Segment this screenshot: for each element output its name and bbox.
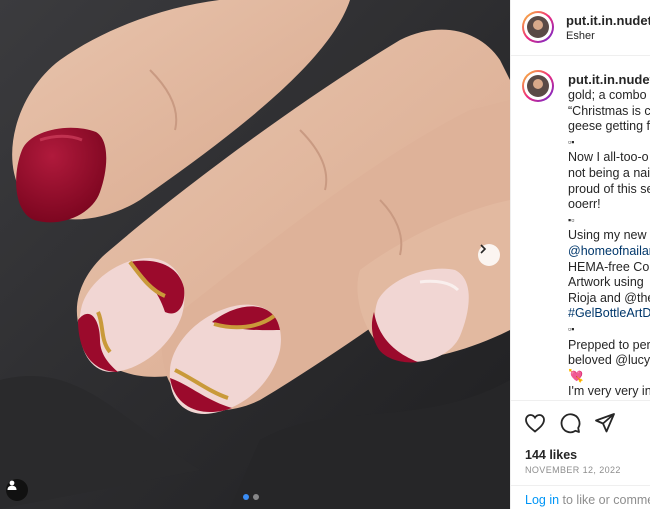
caption-line: gold; a combo bbox=[568, 88, 647, 102]
post-date: NOVEMBER 12, 2022 bbox=[525, 465, 621, 475]
caption-line: beloved @lucyp bbox=[568, 353, 650, 368]
caption-line: not being a nai bbox=[568, 165, 650, 180]
caption-separator: ▫▪ bbox=[568, 323, 575, 334]
login-link[interactable]: Log in bbox=[525, 493, 559, 507]
user-tag-button[interactable] bbox=[6, 479, 28, 501]
carousel-dot bbox=[253, 494, 259, 500]
caption-line: Using my new bbox=[568, 228, 647, 243]
caption-line: “Christmas is c bbox=[568, 103, 650, 118]
carousel-next-button[interactable] bbox=[478, 244, 500, 266]
post-photo bbox=[0, 0, 510, 509]
caption-line: Rioja and @the bbox=[568, 290, 650, 305]
user-tag-icon bbox=[7, 480, 17, 490]
caption-username[interactable]: put.it.in.nudetr bbox=[568, 72, 650, 87]
header-username[interactable]: put.it.in.nudetr bbox=[566, 13, 650, 28]
comment-button[interactable] bbox=[558, 411, 582, 435]
caption-separator: ▫▪ bbox=[568, 136, 575, 147]
caption-avatar[interactable] bbox=[522, 70, 554, 102]
caption-mention-link[interactable]: @homeofnailar bbox=[568, 244, 650, 260]
post-actions: 144 likes NOVEMBER 12, 2022 Log in to li… bbox=[511, 400, 650, 509]
caption-line: I'm very very in bbox=[568, 384, 650, 399]
carousel-indicator bbox=[243, 494, 259, 500]
caption-line: ooerr! bbox=[568, 197, 601, 212]
comment-icon bbox=[560, 413, 581, 434]
share-icon bbox=[595, 413, 615, 433]
chevron-right-icon bbox=[480, 244, 487, 254]
caption-hashtag-link[interactable]: #GelBottleArtD bbox=[568, 306, 650, 322]
post-caption: gold; a combo “Christmas is c geese gett… bbox=[568, 88, 650, 400]
login-prompt-text: to like or comme bbox=[559, 493, 650, 507]
share-button[interactable] bbox=[593, 411, 617, 435]
heart-icon bbox=[525, 414, 545, 433]
like-button[interactable] bbox=[523, 411, 547, 435]
carousel-dot bbox=[243, 494, 249, 500]
caption-line: HEMA-free Cor bbox=[568, 259, 650, 274]
login-bar: Log in to like or comme bbox=[511, 485, 650, 509]
avatar[interactable] bbox=[522, 11, 554, 43]
caption-emoji: 💘 bbox=[568, 368, 584, 383]
caption-separator: ▪▫ bbox=[568, 214, 575, 225]
caption-line: proud of this se bbox=[568, 181, 650, 196]
caption-line: Prepped to per bbox=[568, 337, 650, 352]
post-header: put.it.in.nudetr Esher bbox=[511, 0, 650, 56]
caption-line: Artwork using bbox=[568, 275, 644, 290]
header-location[interactable]: Esher bbox=[566, 30, 595, 42]
post-side-panel: put.it.in.nudetr Esher put.it.in.nudetr … bbox=[510, 0, 650, 509]
nail-photo-illustration bbox=[0, 0, 510, 509]
caption-line: Now I all-too-o bbox=[568, 150, 649, 165]
like-count[interactable]: 144 likes bbox=[525, 448, 577, 462]
caption-line: geese getting f bbox=[568, 119, 650, 134]
